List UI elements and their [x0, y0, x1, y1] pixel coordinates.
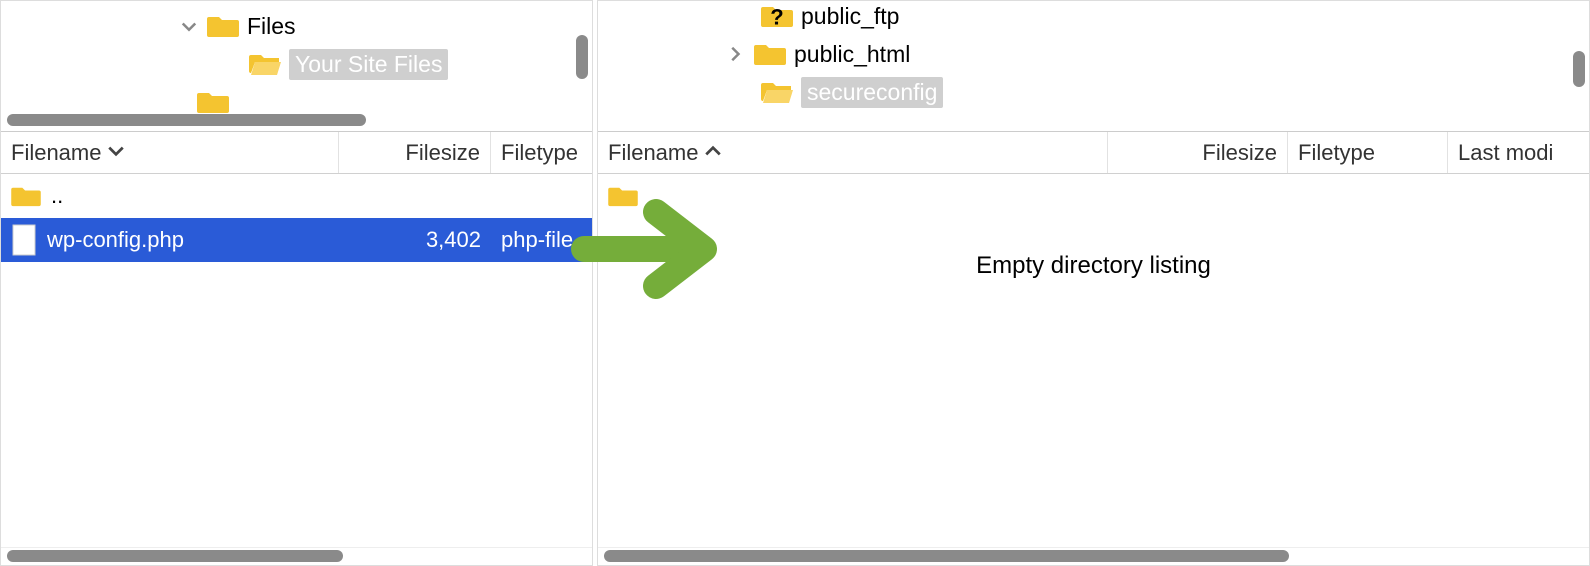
column-header-filename[interactable]: Filename [1, 132, 339, 173]
column-header-filesize[interactable]: Filesize [1108, 132, 1288, 173]
file-type: php-file [501, 227, 573, 253]
tree-item-folder-selected[interactable]: Your Site Files [1, 45, 592, 83]
local-file-list[interactable]: .. wp-config.php 3,402 php-file [1, 174, 592, 547]
chevron-right-icon[interactable] [726, 44, 746, 64]
file-size: 3,402 [426, 227, 481, 253]
list-row-file[interactable]: wp-config.php 3,402 php-file [1, 218, 592, 262]
folder-open-icon [761, 79, 793, 105]
folder-open-icon [249, 51, 281, 77]
vertical-scrollbar[interactable] [576, 35, 588, 79]
remote-list-header: Filename Filesize Filetype Last modi [598, 132, 1589, 174]
tree-item-folder[interactable]: public_html [598, 35, 1589, 73]
column-header-filetype[interactable]: Filetype [491, 132, 592, 173]
file-icon [11, 224, 37, 256]
local-tree[interactable]: Files Your Site Files [1, 1, 592, 132]
column-header-filesize[interactable]: Filesize [339, 132, 491, 173]
column-header-lastmodified[interactable]: Last modi [1448, 132, 1588, 173]
tree-item-folder[interactable]: ? public_ftp [598, 1, 1589, 35]
remote-tree[interactable]: ? public_ftp public_html [598, 1, 1589, 132]
tree-item-folder[interactable]: Files [1, 7, 592, 45]
folder-icon [754, 41, 786, 67]
column-header-filetype[interactable]: Filetype [1288, 132, 1448, 173]
chevron-down-icon[interactable] [179, 16, 199, 36]
file-name: wp-config.php [47, 227, 184, 253]
local-list-header: Filename Filesize Filetype [1, 132, 592, 174]
folder-icon [11, 184, 41, 208]
list-row-parent[interactable]: .. [1, 174, 592, 218]
tree-label: Files [247, 13, 296, 40]
vertical-scrollbar[interactable] [1573, 51, 1585, 87]
tree-label: Your Site Files [289, 49, 448, 80]
empty-directory-message: Empty directory listing [598, 252, 1589, 280]
local-panel: Files Your Site Files [0, 0, 593, 566]
list-row-parent[interactable]: .. [598, 174, 1589, 218]
folder-icon [197, 89, 229, 115]
parent-dir-name: .. [51, 183, 63, 209]
horizontal-scrollbar[interactable] [7, 549, 586, 563]
tree-label: public_ftp [801, 3, 899, 30]
horizontal-scrollbar[interactable] [604, 549, 1583, 563]
chevron-down-icon [107, 142, 125, 163]
tree-item-folder-selected[interactable]: secureconfig [598, 73, 1589, 111]
tree-label: public_html [794, 41, 910, 68]
remote-panel: ? public_ftp public_html [597, 0, 1590, 566]
tree-label: secureconfig [801, 77, 943, 108]
horizontal-scrollbar[interactable] [7, 113, 586, 127]
folder-question-icon: ? [761, 3, 793, 29]
folder-icon [207, 13, 239, 39]
column-header-filename[interactable]: Filename [598, 132, 1108, 173]
parent-dir-name: .. [648, 183, 660, 209]
chevron-up-icon [704, 142, 722, 163]
folder-icon [608, 184, 638, 208]
remote-file-list[interactable]: .. Empty directory listing [598, 174, 1589, 547]
